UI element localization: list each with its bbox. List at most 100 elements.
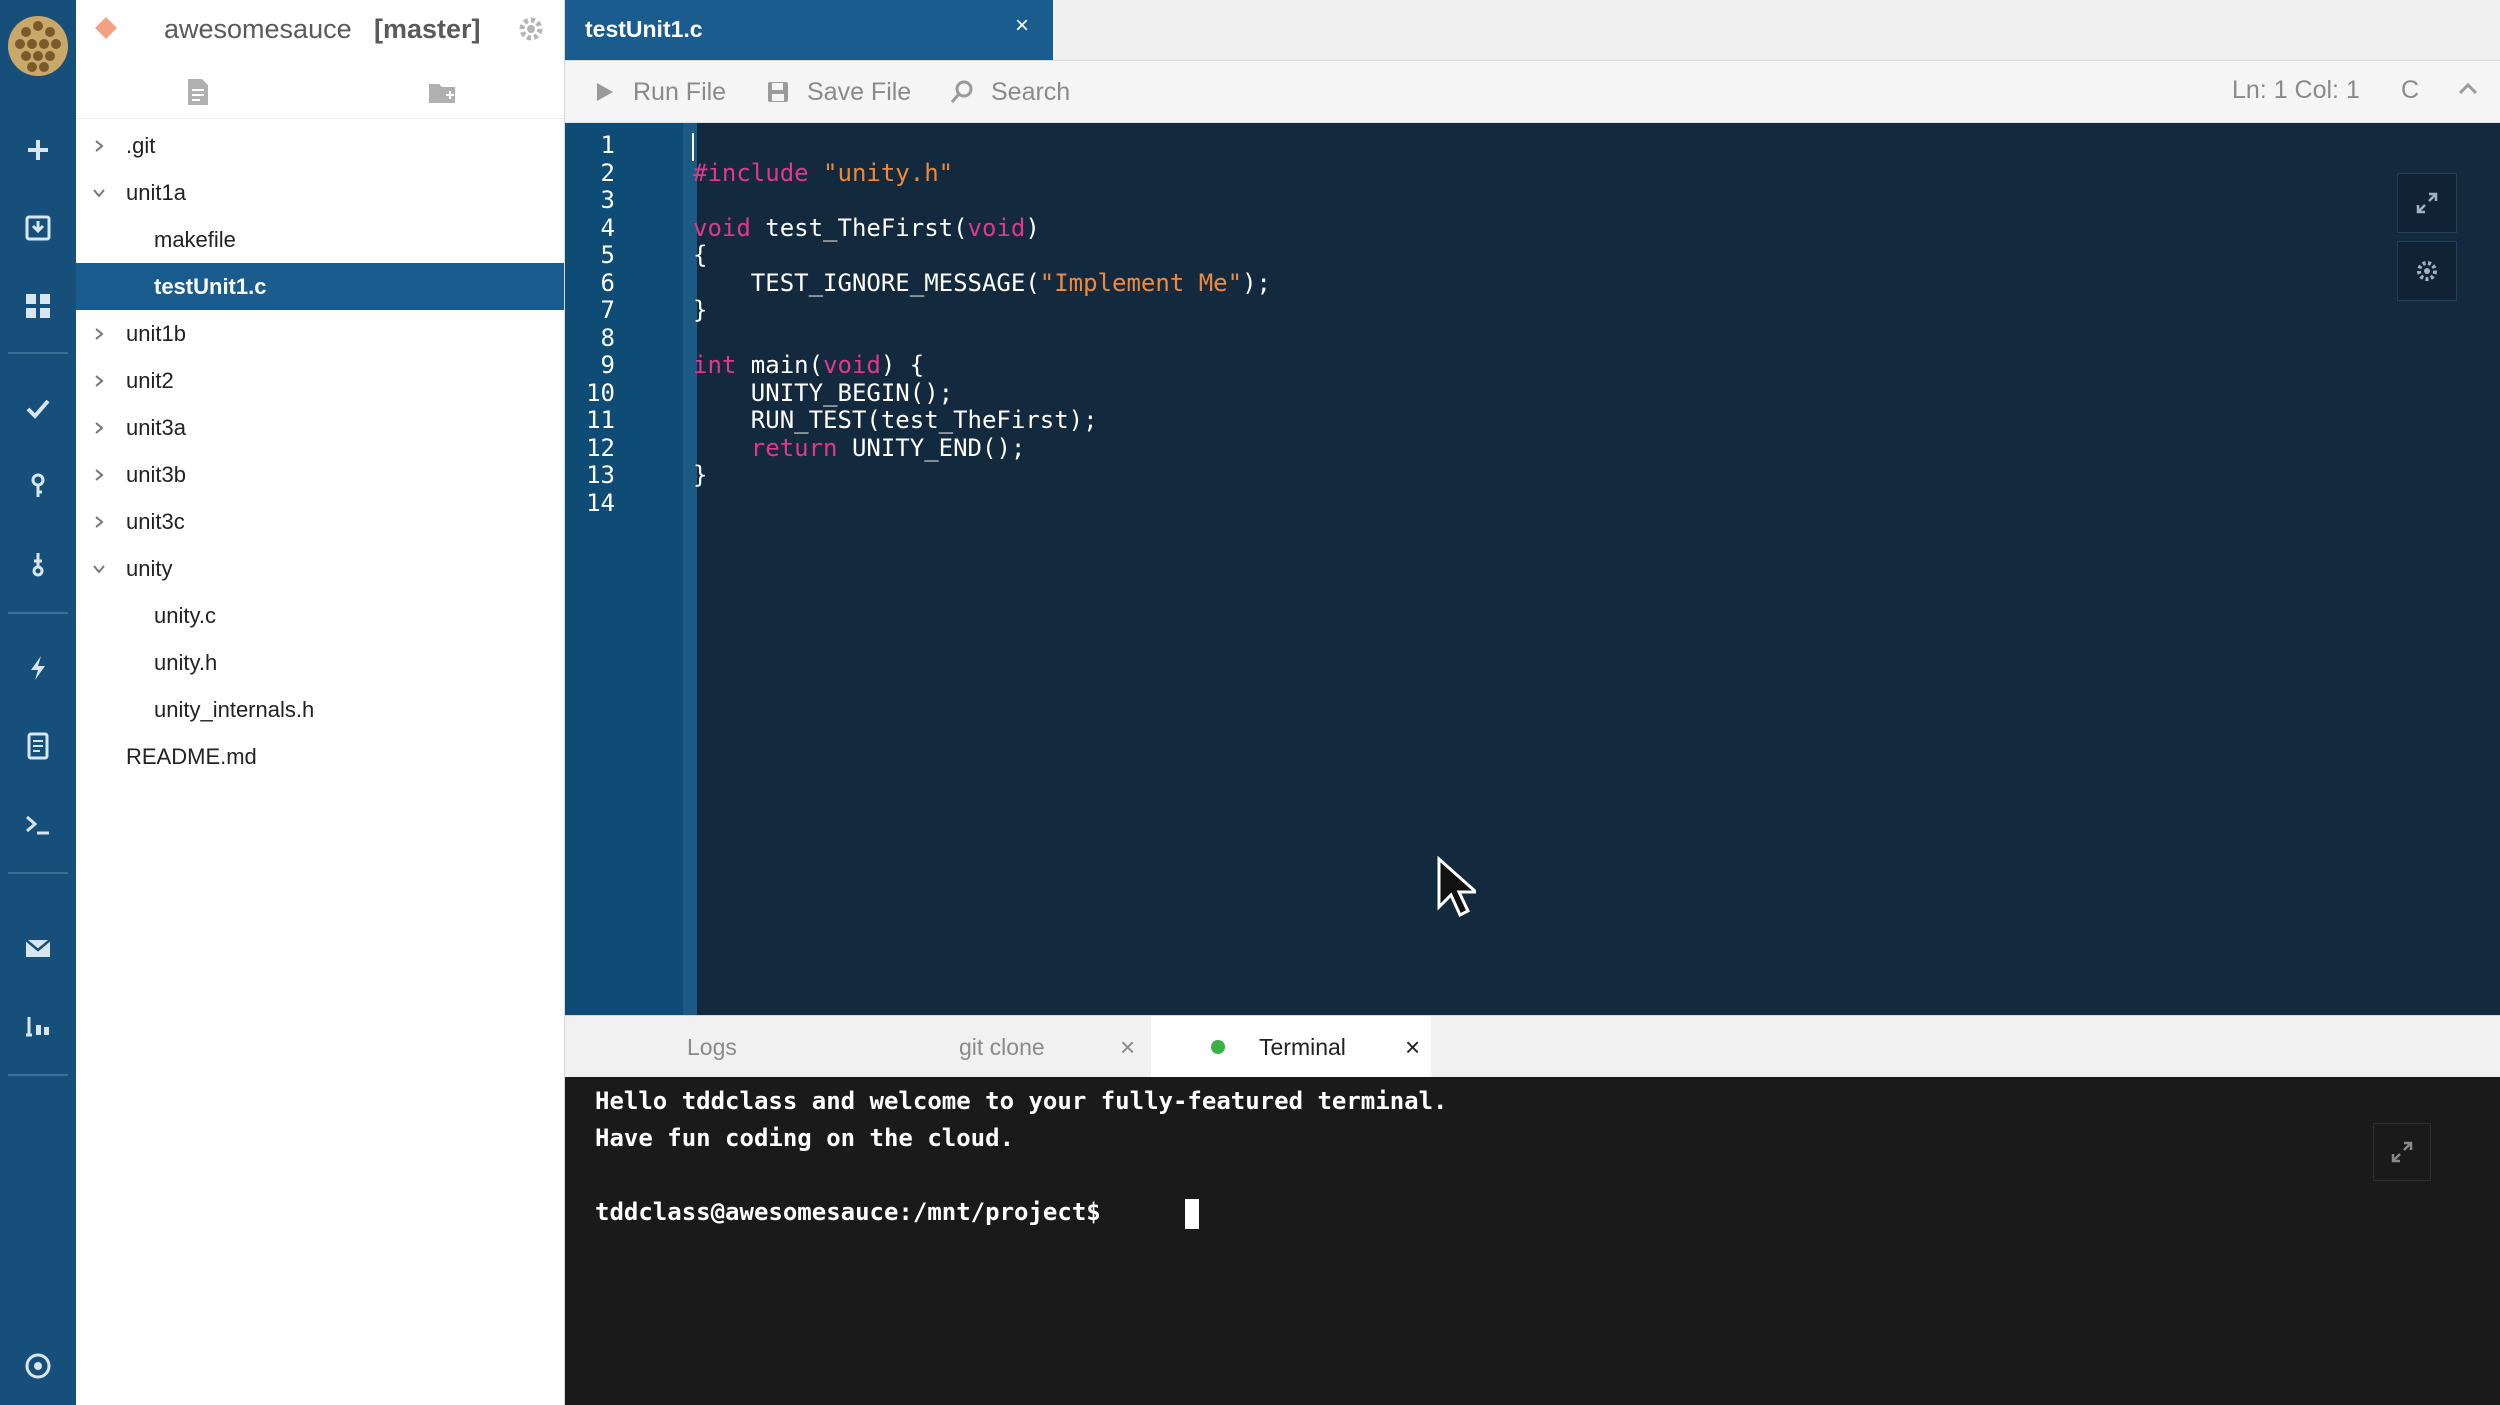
- tree-item[interactable]: unity_internals.h: [76, 686, 564, 733]
- code-token: }: [693, 461, 708, 489]
- play-icon: [597, 83, 613, 101]
- tab-git-clone[interactable]: git clone: [959, 1016, 1045, 1078]
- gear-icon[interactable]: [516, 14, 546, 44]
- tree-item[interactable]: unit3c: [76, 498, 564, 545]
- mouse-pointer-icon: [1437, 856, 1476, 918]
- line-number: 11: [586, 406, 615, 434]
- tree-item-label: testUnit1.c: [154, 274, 267, 299]
- tree-item-label: unity.c: [154, 603, 216, 628]
- settings-circle-icon[interactable]: [18, 1346, 58, 1386]
- run-file-button[interactable]: Run File: [591, 62, 726, 122]
- code-token: #include: [693, 158, 824, 187]
- expand-terminal-button[interactable]: [2373, 1123, 2431, 1181]
- tree-item-label: unit3c: [126, 509, 185, 534]
- search-button[interactable]: Search: [949, 62, 1070, 122]
- code-line: TEST_IGNORE_MESSAGE("Implement Me");: [693, 269, 1271, 297]
- tree-item-label: unit2: [126, 368, 174, 393]
- document-icon[interactable]: [18, 726, 58, 766]
- code-editor[interactable]: 1 2 3 4 5 6 7 8 9 10 11 12 13 14 #include "unity.h" vo…: [565, 123, 2500, 1015]
- activity-rail: [0, 0, 76, 1405]
- tree-item-label: README.md: [126, 744, 257, 769]
- text-caret: [692, 133, 694, 161]
- tree-item-label: unit1b: [126, 321, 186, 346]
- chevron-down-icon[interactable]: [88, 169, 110, 216]
- close-icon[interactable]: ×: [1405, 1016, 1420, 1078]
- chevron-up-icon[interactable]: [2455, 76, 2481, 102]
- tree-item[interactable]: testUnit1.c: [76, 263, 564, 310]
- chevron-down-icon[interactable]: [88, 545, 110, 592]
- checkmark-icon[interactable]: [18, 388, 58, 428]
- code-line: }: [693, 461, 707, 489]
- chevron-right-icon[interactable]: [88, 357, 110, 404]
- terminal-icon[interactable]: [18, 804, 58, 844]
- floppy-icon: [768, 82, 788, 102]
- tree-item[interactable]: unit2: [76, 357, 564, 404]
- rail-divider: [8, 872, 68, 874]
- mail-icon[interactable]: [18, 928, 58, 968]
- tree-item-label: unity_internals.h: [154, 697, 315, 722]
- close-icon[interactable]: ×: [1015, 12, 1029, 40]
- lightning-icon[interactable]: [18, 648, 58, 688]
- code-token: void: [823, 351, 881, 379]
- tree-toolbar: [76, 66, 564, 119]
- code-token: TEST_IGNORE_MESSAGE(: [693, 268, 1040, 297]
- chevron-right-icon[interactable]: [88, 404, 110, 451]
- new-folder-icon[interactable]: [426, 76, 458, 108]
- terminal-prompt: tddclass@awesomesauce:/mnt/project$: [595, 1198, 1116, 1226]
- branch-label: [master]: [374, 14, 481, 44]
- line-number: 1: [600, 131, 615, 159]
- line-number: 3: [600, 186, 615, 214]
- download-icon[interactable]: [18, 208, 58, 248]
- tree-item[interactable]: unity.h: [76, 639, 564, 686]
- chevron-right-icon[interactable]: [88, 122, 110, 169]
- tab-testunit1[interactable]: testUnit1.c ×: [565, 0, 1053, 60]
- code-line: return UNITY_END();: [693, 433, 1026, 462]
- terminal[interactable]: Hello tddclass and welcome to your fully…: [565, 1077, 2500, 1405]
- code-token: );: [1242, 268, 1271, 297]
- line-number: 10: [586, 378, 615, 407]
- chevron-right-icon[interactable]: [88, 310, 110, 357]
- terminal-line: Have fun coding on the cloud.: [595, 1124, 1015, 1152]
- editor-settings-button[interactable]: [2397, 241, 2457, 301]
- app-logo[interactable]: [6, 14, 70, 78]
- code-token: }: [693, 296, 708, 324]
- chevron-right-icon[interactable]: [88, 498, 110, 545]
- tree-item[interactable]: unit3a: [76, 404, 564, 451]
- save-file-button[interactable]: Save File: [765, 62, 911, 122]
- line-number: 5: [600, 241, 615, 269]
- stats-icon[interactable]: [18, 1006, 58, 1046]
- tab-logs[interactable]: Logs: [687, 1016, 737, 1078]
- new-file-icon[interactable]: [182, 76, 214, 108]
- save-file-label: Save File: [807, 77, 912, 106]
- close-icon[interactable]: ×: [1120, 1016, 1135, 1078]
- tree-item[interactable]: makefile: [76, 216, 564, 263]
- language-mode[interactable]: C: [2401, 76, 2419, 105]
- tree-item[interactable]: unit1b: [76, 310, 564, 357]
- tree-item[interactable]: README.md: [76, 733, 564, 780]
- line-number: 8: [600, 323, 615, 352]
- line-number: 6: [600, 268, 615, 297]
- tree-item[interactable]: unit3b: [76, 451, 564, 498]
- grid-icon[interactable]: [18, 286, 58, 326]
- code-token: return: [750, 433, 838, 462]
- tree-item[interactable]: .git: [76, 122, 564, 169]
- code-line: int main(void) {: [693, 351, 924, 379]
- expand-editor-button[interactable]: [2397, 173, 2457, 233]
- tree-item[interactable]: unit1a: [76, 169, 564, 216]
- code-token: UNITY_END();: [837, 433, 1026, 462]
- project-header: awesomesauce [master]: [76, 0, 564, 60]
- chevron-right-icon[interactable]: [88, 451, 110, 498]
- key-icon[interactable]: [18, 466, 58, 506]
- panel-tab-bar: Logs git clone × Terminal ×: [565, 1015, 2500, 1078]
- tree-item[interactable]: unity: [76, 545, 564, 592]
- file-explorer: awesomesauce [master] .git unit1a makefile…: [76, 0, 565, 1405]
- git-diamond-icon: [95, 17, 117, 39]
- tab-terminal[interactable]: Terminal: [1259, 1016, 1346, 1078]
- git-branch-icon[interactable]: [18, 544, 58, 584]
- tree-item-label: unity.h: [154, 650, 218, 675]
- tree-item[interactable]: unity.c: [76, 592, 564, 639]
- plus-icon[interactable]: [18, 130, 58, 170]
- rail-divider: [8, 612, 68, 614]
- rail-divider: [8, 1074, 68, 1076]
